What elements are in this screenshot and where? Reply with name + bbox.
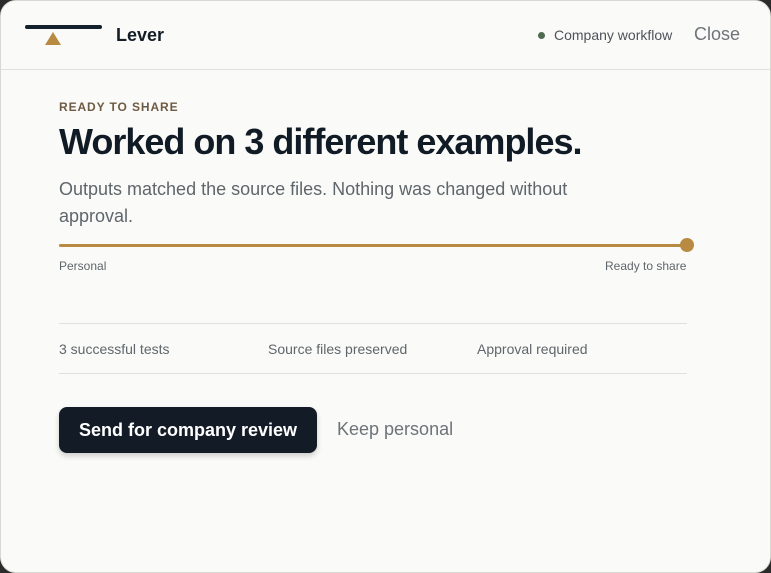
progress-knob (680, 238, 694, 252)
page-title: Worked on 3 different examples. (59, 121, 582, 162)
eyebrow-label: READY TO SHARE (59, 100, 179, 114)
stats-row: 3 successful tests Source files preserve… (59, 323, 687, 374)
send-for-review-button[interactable]: Send for company review (59, 407, 317, 453)
brand-name: Lever (116, 25, 165, 45)
close-button[interactable]: Close (694, 24, 740, 45)
workflow-indicator: Company workflow (538, 27, 672, 43)
progress-end-label: Ready to share (605, 259, 687, 273)
progress-track (59, 238, 694, 252)
stat-approval: Approval required (477, 341, 588, 357)
progress-fill (59, 244, 687, 247)
lever-logo-icon (25, 23, 105, 49)
stat-tests: 3 successful tests (59, 341, 170, 357)
keep-personal-button[interactable]: Keep personal (337, 419, 453, 440)
workflow-label: Company workflow (554, 27, 673, 43)
share-dialog: Lever Company workflow Close READY TO SH… (0, 0, 771, 573)
status-dot-icon (538, 31, 545, 39)
progress-start-label: Personal (59, 259, 107, 273)
description-text: Outputs matched the source files. Nothin… (59, 179, 568, 226)
header-bar: Lever Company workflow Close (1, 1, 770, 70)
stat-source-files: Source files preserved (268, 341, 408, 357)
